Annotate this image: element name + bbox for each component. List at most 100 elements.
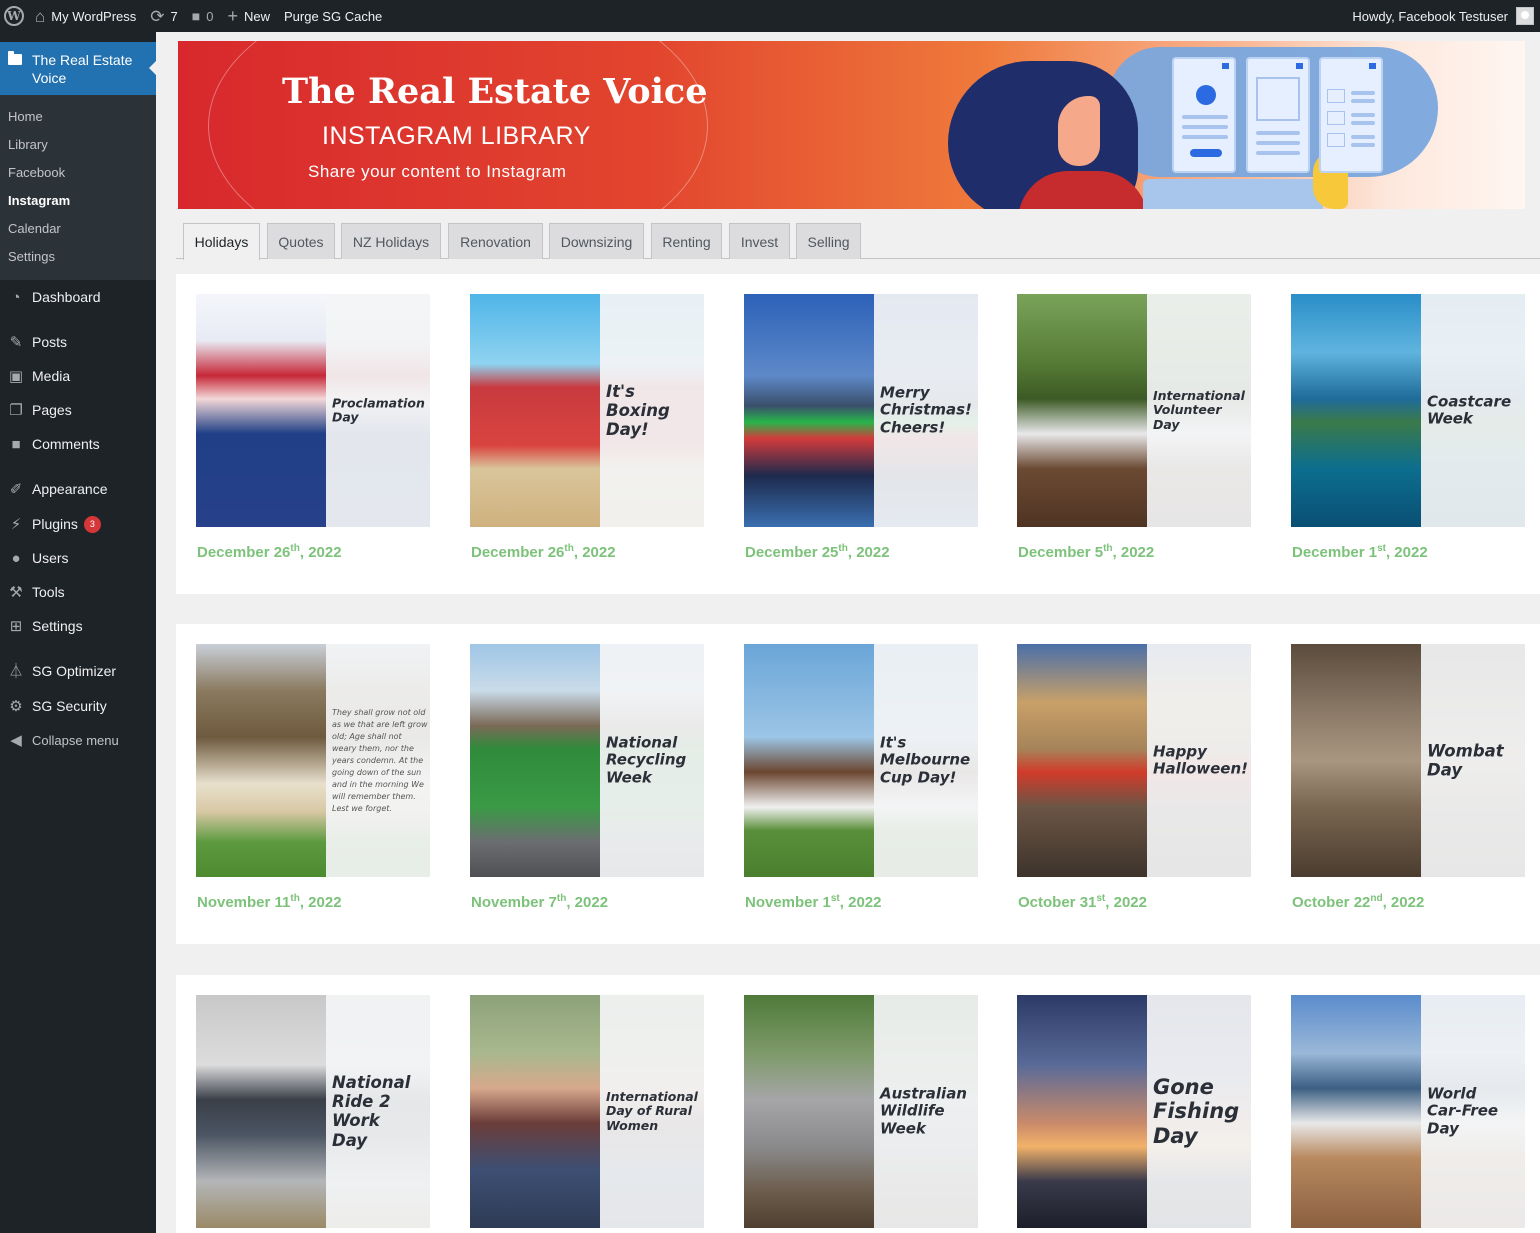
post-card[interactable]: It's Melbourne Cup Day! November 1st, 202…	[744, 644, 978, 911]
post-card[interactable]: Wombat Day October 22nd, 2022	[1291, 644, 1525, 911]
menu-settings[interactable]: ⊞ Settings	[0, 609, 156, 643]
post-image[interactable]: National Ride 2 Work Day	[196, 995, 430, 1228]
menu-appearance[interactable]: ✐ Appearance	[0, 472, 156, 506]
post-image[interactable]: It's Melbourne Cup Day!	[744, 644, 978, 877]
post-image[interactable]: Coastcare Week	[1291, 294, 1525, 527]
post-image[interactable]: Australian Wildlife Week	[744, 995, 978, 1228]
post-date-day: 22	[1353, 894, 1371, 911]
wrench-icon: ⚒	[9, 583, 23, 601]
post-card[interactable]: National Recycling Week November 7th, 202…	[470, 644, 704, 911]
post-card[interactable]: International Volunteer Day December 5th,…	[1017, 294, 1251, 561]
menu-dashboard[interactable]: ◔ Dashboard	[0, 280, 156, 314]
post-card[interactable]: International Day of Rural Women	[470, 995, 704, 1228]
submenu-library[interactable]: Library	[0, 131, 156, 159]
menu-sg-security[interactable]: ⚙ SG Security	[0, 689, 156, 723]
post-date-month: November	[197, 894, 275, 911]
post-photo	[196, 995, 326, 1228]
menu-tools-label: Tools	[32, 584, 65, 600]
post-image[interactable]: World Car-Free Day	[1291, 995, 1525, 1228]
tab-holidays[interactable]: Holidays	[183, 223, 260, 260]
post-date-suffix: th	[838, 543, 848, 554]
post-card[interactable]: It's Boxing Day! December 26th, 2022	[470, 294, 704, 561]
submenu-facebook[interactable]: Facebook	[0, 159, 156, 187]
menu-settings-label: Settings	[32, 618, 83, 634]
menu-tools[interactable]: ⚒ Tools	[0, 575, 156, 609]
purge-cache-link[interactable]: Purge SG Cache	[277, 0, 389, 32]
post-card[interactable]: They shall grow not old as we that are l…	[196, 644, 430, 911]
post-date-suffix: th	[290, 543, 300, 554]
account-menu[interactable]: Howdy, Facebook Testuser	[1345, 0, 1540, 32]
post-card[interactable]: Coastcare Week December 1st, 2022	[1291, 294, 1525, 561]
collapse-menu-button[interactable]: ◀ Collapse menu	[0, 723, 156, 757]
tab-quotes[interactable]: Quotes	[267, 223, 335, 259]
site-name-label: My WordPress	[51, 8, 137, 24]
tab-selling[interactable]: Selling	[796, 223, 861, 259]
post-date-year: , 2022	[573, 544, 616, 561]
post-image[interactable]: They shall grow not old as we that are l…	[196, 644, 430, 877]
post-photo	[196, 294, 326, 527]
post-card[interactable]: Proclamation Day December 26th, 2022	[196, 294, 430, 561]
media-icon: ▣	[8, 367, 24, 385]
post-image[interactable]: Gone Fishing Day	[1017, 995, 1251, 1228]
post-image[interactable]: Proclamation Day	[196, 294, 430, 527]
post-image[interactable]: Merry Christmas! Cheers!	[744, 294, 978, 527]
post-date-suffix: th	[556, 893, 567, 904]
post-image[interactable]: It's Boxing Day!	[470, 294, 704, 527]
post-image[interactable]: International Day of Rural Women	[470, 995, 704, 1228]
menu-comments[interactable]: ■ Comments	[0, 427, 156, 461]
post-photo	[196, 644, 326, 877]
submenu-home[interactable]: Home	[0, 103, 156, 131]
post-date: December 25th, 2022	[745, 543, 890, 562]
post-date-year: , 2022	[1382, 894, 1425, 911]
post-date-year: , 2022	[1105, 894, 1147, 911]
plugin-menu-header[interactable]: The Real Estate Voice	[0, 42, 157, 95]
menu-pages[interactable]: ❐ Pages	[0, 393, 156, 427]
post-caption: World Car-Free Day	[1427, 1083, 1499, 1138]
post-date-day: 11	[274, 894, 291, 911]
post-caption: Gone Fishing Day	[1153, 1074, 1240, 1148]
post-image[interactable]: Happy Halloween!	[1017, 644, 1251, 877]
post-caption: They shall grow not old as we that are l…	[332, 707, 428, 813]
howdy-label: Howdy, Facebook Testuser	[1352, 8, 1508, 24]
post-card[interactable]: Gone Fishing Day	[1017, 995, 1251, 1228]
submenu-settings[interactable]: Settings	[0, 243, 156, 271]
post-image[interactable]: National Recycling Week	[470, 644, 704, 877]
plugins-update-badge: 3	[83, 515, 101, 533]
refresh-icon: ⟳	[150, 6, 165, 26]
post-card[interactable]: Australian Wildlife Week	[744, 995, 978, 1228]
post-card[interactable]: World Car-Free Day	[1291, 995, 1525, 1228]
post-image[interactable]: International Volunteer Day	[1017, 294, 1251, 527]
comment-icon: ■	[191, 8, 201, 24]
menu-plugins[interactable]: ⚡ Plugins 3	[0, 507, 156, 541]
menu-comments-label: Comments	[32, 436, 100, 452]
menu-sg-optimizer[interactable]: ⏃ SG Optimizer	[0, 654, 156, 688]
illustration-face	[1058, 96, 1100, 166]
tab-renovation[interactable]: Renovation	[448, 223, 543, 259]
tab-nz-holidays[interactable]: NZ Holidays	[341, 223, 441, 259]
post-photo	[744, 294, 874, 527]
comments-icon: ■	[11, 435, 21, 453]
gear-icon: ⚙	[9, 697, 23, 715]
comments-link[interactable]: ■ 0	[185, 0, 221, 32]
menu-users[interactable]: ● Users	[0, 541, 156, 575]
cards-row-3: National Ride 2 Work Day International Da…	[176, 975, 1540, 1233]
post-photo	[744, 644, 874, 877]
submenu-calendar[interactable]: Calendar	[0, 215, 156, 243]
tab-renting[interactable]: Renting	[651, 223, 722, 259]
post-image[interactable]: Wombat Day	[1291, 644, 1525, 877]
menu-media[interactable]: ▣ Media	[0, 359, 156, 393]
new-content-link[interactable]: + New	[220, 0, 277, 32]
post-card[interactable]: Happy Halloween! October 31st, 2022	[1017, 644, 1251, 911]
menu-posts[interactable]: ✎ Posts	[0, 325, 156, 359]
wordpress-logo-icon[interactable]: W	[0, 0, 28, 32]
site-name-link[interactable]: ⌂ My WordPress	[28, 0, 143, 32]
post-date-month: December	[1018, 544, 1095, 561]
post-card[interactable]: Merry Christmas! Cheers! December 25th, 2…	[744, 294, 978, 561]
submenu-instagram[interactable]: Instagram	[0, 187, 156, 215]
post-card[interactable]: National Ride 2 Work Day	[196, 995, 430, 1228]
folder-icon	[8, 51, 22, 65]
tab-downsizing[interactable]: Downsizing	[549, 223, 644, 259]
post-photo	[470, 644, 600, 877]
tab-invest[interactable]: Invest	[729, 223, 790, 259]
updates-link[interactable]: ⟳ 7	[143, 0, 184, 32]
